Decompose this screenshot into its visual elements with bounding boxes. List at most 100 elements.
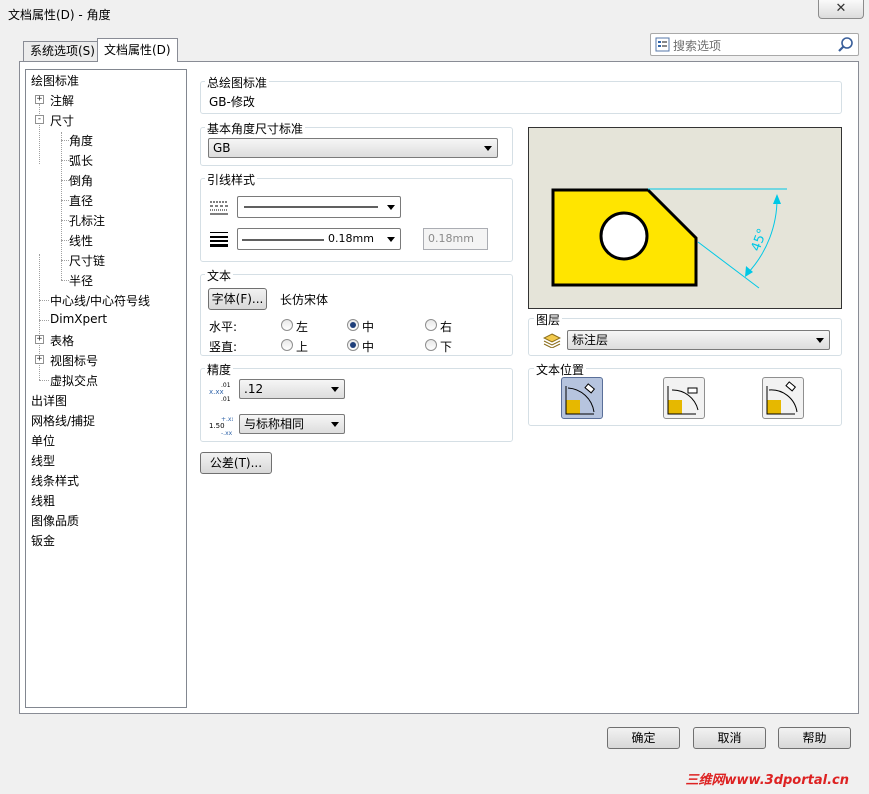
tree-item-image-quality[interactable]: 图像品质	[31, 512, 79, 529]
tree-item-line-font[interactable]: 线型	[31, 452, 55, 469]
angle-preview: 45°	[528, 127, 842, 309]
text-position-horizontal-button[interactable]	[663, 377, 705, 419]
overall-standard-value: GB-修改	[209, 95, 255, 109]
line-thickness-value: 0.18mm	[328, 232, 374, 245]
ok-button[interactable]: 确定	[607, 727, 680, 749]
h-align-left-radio[interactable]	[281, 319, 293, 331]
window-title: 文档属性(D) - 角度	[8, 8, 111, 22]
category-tree[interactable]: 绘图标准 + 注解 - 尺寸 角度 弧长 倒角 直径 孔标注 线性 尺寸链 半径…	[25, 69, 187, 708]
tree-item-radius[interactable]: 半径	[69, 272, 93, 289]
primary-precision-value: .12	[244, 382, 264, 396]
svg-text:1.50: 1.50	[209, 422, 225, 430]
tree-item-sheet-metal[interactable]: 钣金	[31, 532, 55, 549]
line-thickness-sample	[242, 239, 324, 241]
tolerance-precision-value: 与标称相同	[244, 417, 305, 431]
v-align-top-label: 上	[296, 340, 309, 354]
h-align-left-label: 左	[296, 320, 309, 334]
tree-item-detailing[interactable]: 出详图	[31, 392, 67, 409]
line-thickness-icon	[210, 232, 228, 247]
angle-standard-value: GB	[213, 141, 231, 155]
tree-item-dimxpert[interactable]: DimXpert	[50, 312, 107, 326]
line-style-dropdown[interactable]	[237, 196, 401, 218]
tree-item-ordinate[interactable]: 尺寸链	[69, 252, 105, 269]
line-style-icon	[210, 201, 228, 215]
tree-item-chamfer[interactable]: 倒角	[69, 172, 93, 189]
overall-standard-label: 总绘图标准	[205, 74, 270, 91]
layers-icon	[543, 333, 561, 348]
text-group-label: 文本	[205, 267, 234, 284]
tolerance-precision-icon: +.xx 1.50 -.xx	[209, 416, 233, 436]
tree-expander-tables[interactable]: +	[35, 335, 44, 344]
text-position-aligned-offset-button[interactable]	[762, 377, 804, 419]
angle-dimension-preview-graphic: 45°	[551, 188, 787, 289]
tree-expander-annotations[interactable]: +	[35, 95, 44, 104]
close-button[interactable]: ✕	[818, 0, 864, 19]
h-align-center-radio[interactable]	[347, 319, 359, 331]
tree-item-dimensions[interactable]: 尺寸	[50, 112, 74, 129]
font-name: 长仿宋体	[280, 293, 329, 307]
tree-item-linear[interactable]: 线性	[69, 232, 93, 249]
text-position-aligned-button[interactable]	[561, 377, 603, 419]
tree-item-grid-snap[interactable]: 网格线/捕捉	[31, 412, 95, 429]
tree-item-diameter[interactable]: 直径	[69, 192, 93, 209]
tree-item-annotations[interactable]: 注解	[50, 92, 74, 109]
angle-standard-dropdown[interactable]: GB	[208, 138, 498, 158]
custom-thickness-field[interactable]: 0.18mm	[423, 228, 488, 250]
tree-item-hole-callout[interactable]: 孔标注	[69, 212, 105, 229]
tab-system-options[interactable]: 系统选项(S)	[23, 41, 102, 62]
tree-item-virtual-sharps[interactable]: 虚拟交点	[50, 372, 98, 389]
angle-standard-label: 基本角度尺寸标准	[205, 120, 306, 137]
h-align-right-radio[interactable]	[425, 319, 437, 331]
watermark: 三维网www.3dportal.cn	[685, 773, 849, 788]
search-icon[interactable]	[837, 36, 855, 54]
tree-item-tables[interactable]: 表格	[50, 332, 74, 349]
tree-item-drafting-standard[interactable]: 绘图标准	[31, 72, 79, 89]
v-align-bottom-label: 下	[440, 340, 453, 354]
v-align-bottom-radio[interactable]	[425, 339, 437, 351]
text-horizontal-icon	[667, 386, 699, 415]
primary-precision-dropdown[interactable]: .12	[239, 379, 345, 399]
line-style-sample	[244, 206, 378, 208]
tree-item-line-style[interactable]: 线条样式	[31, 472, 79, 489]
svg-text:.01: .01	[221, 396, 231, 402]
text-aligned-offset-icon	[766, 381, 798, 415]
v-align-middle-label: 中	[362, 340, 375, 354]
svg-text:-.xx: -.xx	[221, 430, 233, 436]
tree-item-units[interactable]: 单位	[31, 432, 55, 449]
tolerance-button[interactable]: 公差(T)...	[200, 452, 272, 474]
leader-style-label: 引线样式	[205, 171, 258, 188]
text-position-label: 文本位置	[534, 361, 587, 378]
layer-dropdown[interactable]: 标注层	[567, 330, 830, 350]
tolerance-precision-dropdown[interactable]: 与标称相同	[239, 414, 345, 434]
h-align-right-label: 右	[440, 320, 453, 334]
precision-label: 精度	[205, 361, 234, 378]
primary-precision-icon: .01 x.xx .01	[209, 382, 231, 402]
tree-item-arc-length[interactable]: 弧长	[69, 152, 93, 169]
title-bar	[0, 0, 869, 28]
layer-value: 标注层	[572, 333, 609, 347]
layer-label: 图层	[534, 311, 563, 328]
svg-text:x.xx: x.xx	[209, 388, 224, 396]
tree-item-angle[interactable]: 角度	[69, 132, 93, 149]
tree-expander-dimensions[interactable]: -	[35, 115, 44, 124]
v-align-middle-radio[interactable]	[347, 339, 359, 351]
h-align-center-label: 中	[362, 320, 375, 334]
cancel-button[interactable]: 取消	[693, 727, 766, 749]
search-box[interactable]: 搜索选项	[650, 33, 859, 56]
font-button[interactable]: 字体(F)...	[208, 288, 267, 310]
help-button[interactable]: 帮助	[778, 727, 851, 749]
options-list-icon	[655, 37, 670, 52]
horizontal-label: 水平:	[209, 320, 238, 334]
tab-document-properties[interactable]: 文档属性(D)	[97, 38, 178, 62]
tree-expander-view-labels[interactable]: +	[35, 355, 44, 364]
text-aligned-icon	[565, 383, 596, 415]
search-input[interactable]: 搜索选项	[673, 37, 721, 54]
preview-angle-text: 45°	[749, 227, 771, 254]
tree-item-centerlines[interactable]: 中心线/中心符号线	[50, 292, 150, 309]
tree-item-line-thickness[interactable]: 线粗	[31, 492, 55, 509]
overall-standard-group	[200, 81, 842, 114]
vertical-label: 竖直:	[209, 340, 238, 354]
tree-item-view-labels[interactable]: 视图标号	[50, 352, 98, 369]
line-thickness-dropdown[interactable]: 0.18mm	[237, 228, 401, 250]
v-align-top-radio[interactable]	[281, 339, 293, 351]
